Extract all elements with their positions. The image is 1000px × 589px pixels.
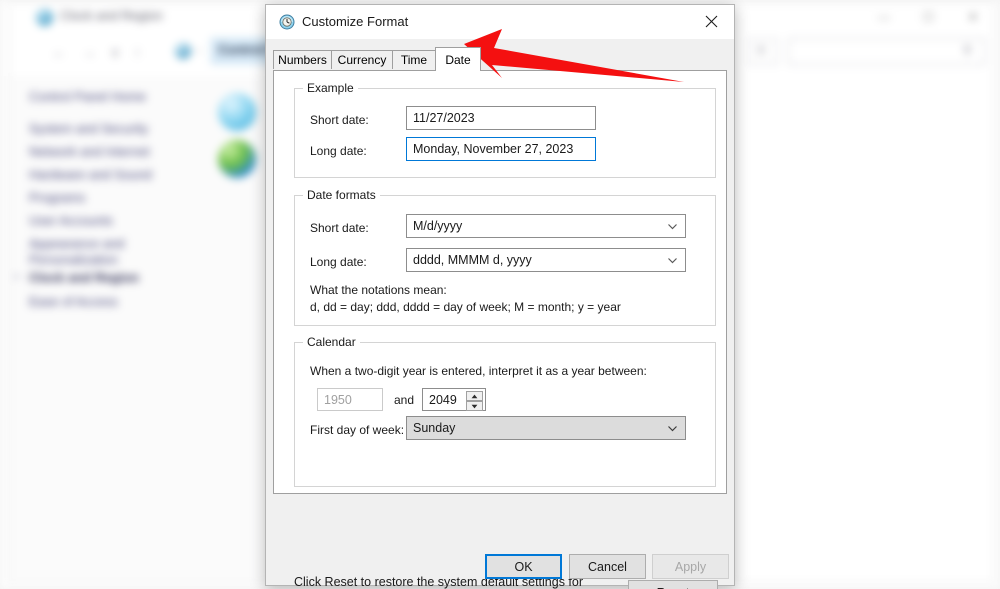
- date-tab-page: Example Short date: 11/27/2023 Long date…: [273, 70, 727, 589]
- calendar-group-label: Calendar: [303, 335, 360, 349]
- sidebar-item-clock-and-region[interactable]: Clock and Region: [29, 270, 139, 285]
- year-to-spinner[interactable]: 2049: [422, 388, 486, 411]
- date-and-time-icon[interactable]: [218, 93, 256, 131]
- date-formats-group: Date formats Short date: M/d/yyyy Long d…: [294, 188, 716, 326]
- control-panel-title: Clock and Region: [60, 8, 163, 23]
- first-day-of-week-combobox[interactable]: Sunday: [406, 416, 686, 440]
- year-from-input: 1950: [317, 388, 383, 411]
- dialog-title: Customize Format: [302, 14, 409, 29]
- close-icon[interactable]: [688, 5, 734, 38]
- first-day-of-week-value: Sunday: [413, 421, 456, 435]
- spinner-up-button[interactable]: [466, 391, 483, 401]
- tab-date[interactable]: Date: [435, 47, 481, 71]
- notations-body: d, dd = day; ddd, dddd = day of week; M …: [310, 300, 621, 314]
- sidebar-item-appearance-line2[interactable]: Personalization: [29, 252, 118, 267]
- calendar-group: Calendar When a two-digit year is entere…: [294, 335, 716, 487]
- ok-button[interactable]: OK: [485, 554, 562, 579]
- sidebar-item-system-and-security[interactable]: System and Security: [29, 121, 148, 136]
- cancel-button[interactable]: Cancel: [569, 554, 646, 579]
- long-date-format-value: dddd, MMMM d, yyyy: [413, 253, 532, 267]
- minimize-button[interactable]: —: [878, 10, 890, 24]
- short-date-format-label: Short date:: [310, 221, 369, 235]
- customize-format-dialog: Customize Format Numbers Currency Time D…: [265, 4, 735, 589]
- sidebar-item-programs[interactable]: Programs: [29, 190, 85, 205]
- and-label: and: [394, 393, 415, 407]
- breadcrumb-separator: ›: [197, 45, 201, 57]
- date-formats-group-label: Date formats: [303, 188, 380, 202]
- tab-currency[interactable]: Currency: [331, 50, 393, 69]
- chevron-down-icon: [667, 423, 678, 434]
- example-long-date-label: Long date:: [310, 144, 367, 158]
- close-button[interactable]: ✕: [968, 10, 978, 24]
- region-clock-icon: [279, 14, 295, 30]
- sidebar-item-ease-of-access[interactable]: Ease of Access: [29, 294, 118, 309]
- two-digit-year-label: When a two-digit year is entered, interp…: [310, 364, 647, 378]
- long-date-format-combobox[interactable]: dddd, MMMM d, yyyy: [406, 248, 686, 272]
- first-day-of-week-label: First day of week:: [310, 423, 405, 437]
- sidebar-item-hardware-and-sound[interactable]: Hardware and Sound: [29, 167, 152, 182]
- dialog-tabstrip: Numbers Currency Time Date: [273, 47, 727, 71]
- recent-locations-button[interactable]: ∨: [110, 44, 120, 61]
- short-date-format-combobox[interactable]: M/d/yyyy: [406, 214, 686, 238]
- short-date-format-value: M/d/yyyy: [413, 219, 463, 233]
- maximize-button[interactable]: ☐: [923, 10, 934, 24]
- forward-button[interactable]: →: [82, 44, 96, 60]
- clock-region-icon: [36, 9, 53, 26]
- sidebar-item-control-panel-home[interactable]: Control Panel Home: [29, 89, 146, 104]
- chevron-down-icon: [667, 221, 678, 232]
- long-date-format-label: Long date:: [310, 255, 367, 269]
- year-to-value: 2049: [429, 392, 457, 407]
- control-panel-icon: [175, 43, 191, 59]
- search-icon: ⚲: [963, 43, 972, 57]
- chevron-down-icon: [667, 255, 678, 266]
- footer-separator: [266, 545, 734, 546]
- example-group-label: Example: [303, 81, 358, 95]
- example-short-date-label: Short date:: [310, 113, 369, 127]
- spinner-down-button[interactable]: [466, 401, 483, 411]
- example-short-date-value: 11/27/2023: [406, 106, 596, 130]
- reset-button[interactable]: Reset: [628, 580, 718, 589]
- sidebar-item-appearance-line1[interactable]: Appearance and: [29, 236, 124, 251]
- sidebar-item-network-and-internet[interactable]: Network and Internet: [29, 144, 150, 159]
- tab-time[interactable]: Time: [392, 50, 436, 69]
- screen: Clock and Region — ☐ ✕ ← → ∨ ↑ › Control…: [0, 0, 1000, 589]
- example-group: Example Short date: 11/27/2023 Long date…: [294, 81, 716, 178]
- region-icon[interactable]: [218, 140, 256, 178]
- search-scope-icon: ⚲: [757, 45, 766, 57]
- back-button[interactable]: ←: [52, 44, 66, 60]
- up-button[interactable]: ↑: [134, 44, 141, 60]
- control-panel-search-input[interactable]: [788, 38, 985, 65]
- sidebar-item-user-accounts[interactable]: User Accounts: [29, 213, 113, 228]
- sidebar-current-bullet: •: [15, 272, 19, 283]
- example-long-date-value: Monday, November 27, 2023: [406, 137, 596, 161]
- apply-button[interactable]: Apply: [652, 554, 729, 579]
- tab-numbers[interactable]: Numbers: [273, 50, 332, 69]
- notations-title: What the notations mean:: [310, 283, 447, 297]
